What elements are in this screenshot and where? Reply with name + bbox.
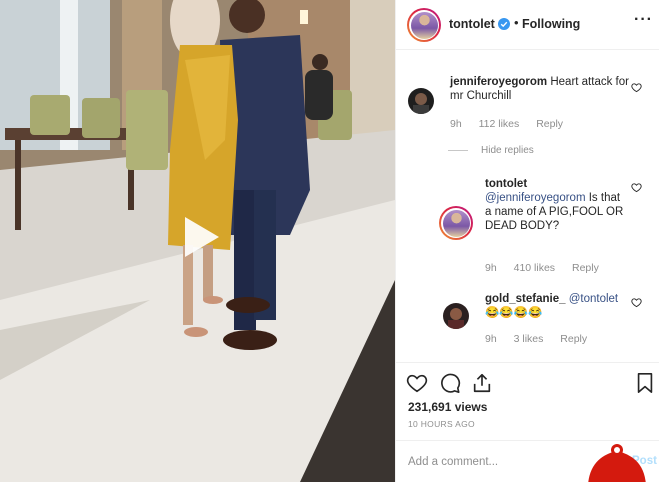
reply-meta: 9h 3 likes Reply — [485, 333, 601, 345]
comment-username[interactable]: jenniferoyegorom — [450, 76, 547, 88]
hide-replies-button[interactable]: Hide replies — [481, 145, 534, 156]
reply-username[interactable]: tontolet — [485, 177, 625, 191]
reply-button[interactable]: Reply — [560, 333, 587, 345]
reply-button[interactable]: Reply — [572, 262, 599, 274]
reply-button[interactable]: Reply — [536, 118, 563, 130]
reply-text: 😂😂😂😂 — [485, 307, 543, 319]
post-side-panel: tontolet • Following ··· jenniferoyegoro… — [395, 0, 659, 482]
reply-time: 9h — [485, 262, 497, 274]
add-comment-input[interactable] — [408, 453, 588, 471]
small-heart-icon[interactable] — [631, 297, 642, 308]
post-header: tontolet • Following ··· — [396, 0, 659, 50]
reply-mention[interactable]: @tontolet — [569, 293, 618, 305]
reply-time: 9h — [485, 333, 497, 345]
small-heart-icon[interactable] — [631, 182, 642, 193]
heart-icon[interactable] — [406, 372, 428, 394]
comment-time: 9h — [450, 118, 462, 130]
commenter-avatar[interactable] — [408, 88, 434, 114]
following-button[interactable]: Following — [522, 17, 580, 31]
reply-mention[interactable]: @jenniferoyegorom — [485, 192, 586, 204]
reply-body: tontolet @jenniferoyegorom Is that a nam… — [485, 177, 625, 233]
replier-avatar[interactable] — [443, 303, 469, 329]
commenter-avatar-image — [408, 88, 434, 114]
reply-likes[interactable]: 410 likes — [514, 262, 555, 274]
post-timestamp[interactable]: 10 HOURS AGO — [408, 419, 475, 429]
replier-avatar-image — [442, 209, 470, 237]
comment-icon[interactable] — [439, 372, 461, 394]
more-options-button[interactable]: ··· — [634, 11, 653, 29]
comment-body: jenniferoyegorom Heart attack for mr Chu… — [450, 75, 630, 103]
author-username[interactable]: tontolet — [449, 17, 495, 31]
play-icon — [185, 217, 219, 257]
replier-avatar[interactable] — [439, 206, 473, 240]
reply-likes[interactable]: 3 likes — [514, 333, 544, 345]
share-icon[interactable] — [471, 372, 493, 394]
hide-replies-line — [448, 150, 468, 151]
reply-body: gold_stefanie_ @tontolet 😂😂😂😂 — [485, 292, 625, 320]
header-separator: • — [514, 15, 519, 30]
video-player[interactable] — [0, 0, 395, 482]
action-bar: 231,691 views — [396, 362, 659, 420]
play-button[interactable] — [173, 211, 225, 263]
channel-logo-icon — [588, 444, 646, 482]
small-heart-icon[interactable] — [631, 82, 642, 93]
view-count[interactable]: 231,691 views — [408, 400, 487, 414]
bookmark-icon[interactable] — [634, 372, 656, 394]
reply-meta: 9h 410 likes Reply — [485, 262, 613, 274]
verified-badge-icon — [498, 18, 510, 30]
author-avatar-image — [410, 11, 438, 39]
reply-username[interactable]: gold_stefanie_ — [485, 293, 566, 305]
comment-likes[interactable]: 112 likes — [479, 118, 520, 130]
comment-meta: 9h 112 likes Reply — [450, 118, 577, 130]
author-avatar[interactable] — [407, 8, 441, 42]
replier-avatar-image — [443, 303, 469, 329]
